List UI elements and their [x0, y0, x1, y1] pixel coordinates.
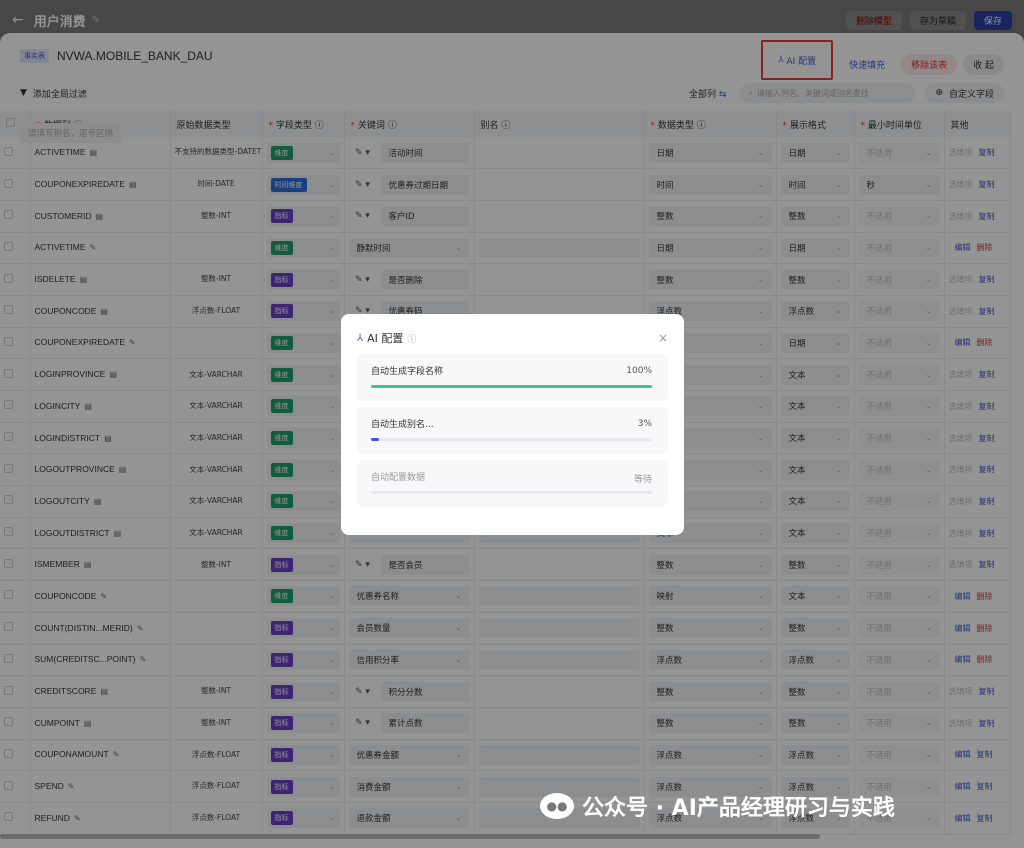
close-icon[interactable]: ×: [658, 331, 668, 345]
step-status: 3%: [637, 419, 652, 429]
ai-config-modal: ⅄ AI 配置 ⓘ × 自动生成字段名称 100% 自动生成别名... 3% 自…: [341, 314, 684, 535]
watermark: ●● 公众号 · AI产品经理研习与实践: [540, 790, 895, 822]
wechat-icon: ●●: [540, 793, 574, 819]
progress-track: [371, 438, 652, 441]
modal-title: AI 配置: [367, 332, 404, 345]
step-name: 自动生成别名...: [371, 420, 434, 430]
ai-logo-icon: ⅄: [357, 332, 364, 344]
step-status: 等待: [633, 475, 652, 485]
progress-track: [371, 385, 652, 388]
progress-step: 自动生成别名... 3%: [357, 407, 668, 454]
progress-fill: [371, 385, 652, 388]
progress-track: [371, 491, 652, 494]
step-status: 100%: [626, 366, 652, 376]
step-name: 自动配置数据: [371, 473, 426, 483]
app-root: ← 用户消费 ✎ 删除模型 存为草稿 保存 事实表 NVWA.MOBILE_BA…: [0, 0, 1024, 848]
progress-step: 自动配置数据 等待: [357, 460, 668, 507]
info-icon: ⓘ: [407, 334, 417, 345]
progress-fill: [371, 438, 380, 441]
step-name: 自动生成字段名称: [371, 367, 444, 377]
watermark-text: 公众号 · AI产品经理研习与实践: [582, 796, 895, 821]
modal-steps: 自动生成字段名称 100% 自动生成别名... 3% 自动配置数据 等待: [357, 354, 668, 507]
modal-header: ⅄ AI 配置 ⓘ ×: [357, 328, 668, 348]
progress-step: 自动生成字段名称 100%: [357, 354, 668, 401]
